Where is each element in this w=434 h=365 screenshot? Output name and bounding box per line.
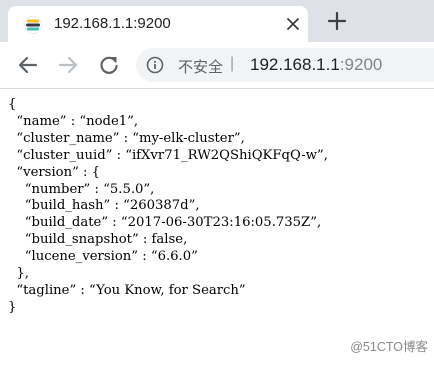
- json-line: “build_snapshot” : false,: [8, 232, 188, 248]
- json-line: {: [8, 97, 17, 112]
- json-line: “cluster_uuid” : “ifXvr71_RW2QShiQKFqQ-w…: [8, 147, 328, 163]
- json-response-body: { “name” : “node1”, “cluster_name” : “my…: [8, 97, 328, 317]
- url-text[interactable]: 192.168.1.1:9200: [250, 55, 382, 75]
- tab-title: 192.168.1.1:9200: [54, 15, 171, 32]
- json-line: “build_date” : “2017-06-30T23:16:05.735Z…: [8, 215, 322, 231]
- tab-strip: 192.168.1.1:9200: [0, 0, 434, 42]
- security-status-label[interactable]: 不安全: [178, 56, 223, 77]
- browser-tab[interactable]: 192.168.1.1:9200: [8, 6, 308, 42]
- json-line: “name” : “node1”,: [8, 113, 139, 129]
- url-separator: |: [230, 55, 235, 72]
- new-tab-plus-icon[interactable]: [326, 10, 348, 32]
- forward-arrow-icon[interactable]: [57, 54, 79, 76]
- back-arrow-icon[interactable]: [17, 54, 39, 76]
- json-line: “lucene_version” : “6.6.0”: [8, 249, 198, 265]
- json-line: “version” : {: [8, 164, 101, 180]
- close-icon[interactable]: [284, 15, 302, 33]
- json-line: “number” : “5.5.0”,: [8, 181, 155, 197]
- json-line: }: [8, 299, 17, 315]
- url-host: 192.168.1.1: [250, 55, 340, 74]
- elasticsearch-icon: [24, 16, 42, 34]
- json-line: “cluster_name” : “my-elk-cluster”,: [8, 130, 245, 146]
- address-bar[interactable]: 不安全 | 192.168.1.1:9200: [136, 48, 434, 82]
- json-line: “tagline” : “You Know, for Search”: [8, 282, 246, 298]
- url-port: :9200: [339, 55, 383, 74]
- json-line: “build_hash” : “260387d”,: [8, 198, 200, 214]
- reload-icon[interactable]: [98, 54, 120, 76]
- browser-toolbar: 不安全 | 192.168.1.1:9200: [0, 42, 434, 89]
- json-line: },: [8, 266, 29, 282]
- info-icon[interactable]: [146, 56, 164, 74]
- watermark: @51CTO博客: [350, 340, 428, 354]
